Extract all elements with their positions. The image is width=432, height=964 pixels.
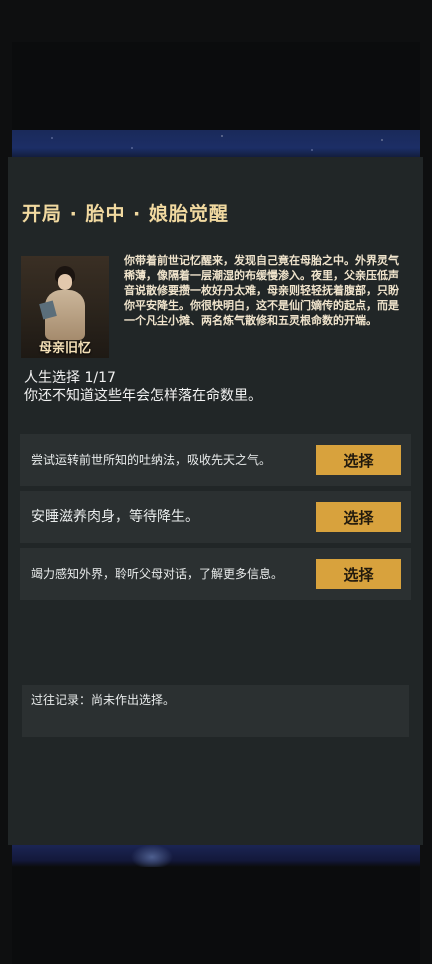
choice-card-1: 尝试运转前世所知的吐纳法，吸收先天之气。 选择 [20, 434, 411, 486]
choice-text: 安睡滋养肉身，等待降生。 [31, 509, 199, 525]
night-sky-backdrop-bottom [12, 845, 420, 867]
choose-button-2[interactable]: 选择 [316, 502, 401, 532]
choice-text: 尝试运转前世所知的吐纳法，吸收先天之气。 [31, 453, 272, 467]
choice-card-3: 竭力感知外界，聆听父母对话，了解更多信息。 选择 [20, 548, 411, 600]
mother-portrait: 母亲旧忆 [21, 256, 109, 358]
life-choice-progress: 人生选择 1/17 [24, 370, 116, 386]
event-question: 你还不知道这些年会怎样落在命数里。 [24, 388, 262, 404]
event-panel: 开局 · 胎中 · 娘胎觉醒 母亲旧忆 你带着前世记忆醒来，发现自己竟在母胎之中… [8, 157, 423, 845]
story-text: 你带着前世记忆醒来，发现自己竟在母胎之中。外界灵气稀薄，像隔着一层潮湿的布缓慢渗… [124, 254, 399, 327]
choice-text: 竭力感知外界，聆听父母对话，了解更多信息。 [31, 567, 284, 581]
portrait-face [58, 274, 72, 290]
choose-button-3[interactable]: 选择 [316, 559, 401, 589]
history-log: 过往记录：尚未作出选择。 [22, 685, 409, 737]
history-text: 过往记录：尚未作出选择。 [31, 693, 176, 707]
choose-button-1[interactable]: 选择 [316, 445, 401, 475]
night-sky-backdrop [12, 130, 420, 160]
choice-card-2: 安睡滋养肉身，等待降生。 选择 [20, 491, 411, 543]
portrait-caption: 母亲旧忆 [38, 341, 91, 356]
event-title: 开局 · 胎中 · 娘胎觉醒 [22, 203, 229, 225]
